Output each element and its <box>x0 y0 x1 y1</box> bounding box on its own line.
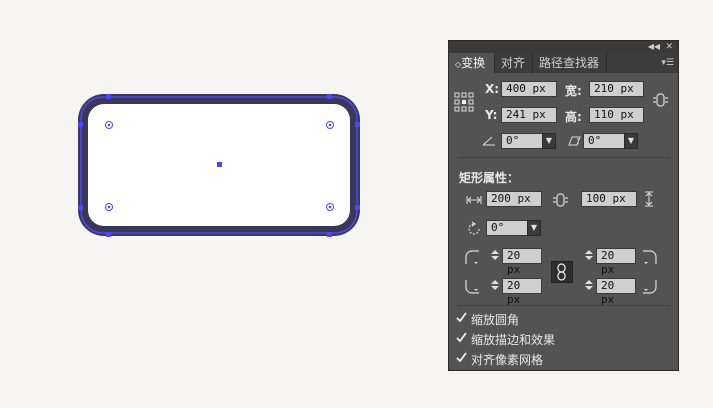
width-field[interactable]: 210 px <box>589 81 644 97</box>
height-label: 高: <box>565 110 582 124</box>
width-label: 宽: <box>565 84 582 98</box>
shear-colon: : <box>576 134 580 147</box>
corner-tl-field[interactable]: 20 px <box>502 248 542 276</box>
rotate-dropdown-chevron-icon[interactable]: ▼ <box>542 133 556 149</box>
rect-width-field[interactable]: 200 px <box>486 191 542 207</box>
center-point <box>217 162 222 167</box>
rect-width-icon <box>466 196 482 204</box>
divider <box>457 157 670 158</box>
rect-angle-field[interactable]: 0° <box>486 220 528 236</box>
divider <box>457 305 670 306</box>
rect-properties-title: 矩形属性： <box>459 171 520 185</box>
corner-br-field[interactable]: 20 px <box>596 278 636 306</box>
corner-bl-field[interactable]: 20 px <box>502 278 542 306</box>
anchor-point[interactable] <box>355 205 360 210</box>
artboard-canvas[interactable] <box>0 0 446 408</box>
tab-transform[interactable]: ◇变换 <box>449 53 495 73</box>
rotate-field[interactable]: 0° <box>501 133 543 149</box>
option-label: 对齐像素网格 <box>471 353 544 367</box>
rotate-angle-icon <box>482 136 495 146</box>
close-icon[interactable]: ✕ <box>665 41 673 53</box>
anchor-point[interactable] <box>78 122 83 127</box>
checkbox-scale-corners[interactable] <box>456 312 467 323</box>
checkbox-align-pixel-grid[interactable] <box>456 352 467 363</box>
corner-bl-stepper[interactable] <box>489 278 500 296</box>
reference-point-icon[interactable] <box>454 92 474 112</box>
panel-title-bar[interactable] <box>449 41 678 53</box>
corner-top-right-icon[interactable] <box>642 249 658 265</box>
tab-pathfinder[interactable]: 路径查找器 <box>533 53 607 73</box>
collapse-panel-icon[interactable]: ◀◀ <box>648 41 660 53</box>
anchor-point[interactable] <box>78 205 83 210</box>
shear-field[interactable]: 0° <box>583 133 625 149</box>
transform-panel: ◀◀ ✕ ◇变换 对齐 路径查找器 ▾☰ X: 400 px 宽: 210 px… <box>448 40 679 371</box>
x-field[interactable]: 400 px <box>501 81 557 97</box>
rect-height-field[interactable]: 100 px <box>581 191 637 207</box>
rect-rotate-icon <box>468 221 480 235</box>
anchor-point[interactable] <box>355 122 360 127</box>
y-label: Y: <box>485 108 498 122</box>
y-field[interactable]: 241 px <box>501 107 557 123</box>
corner-bottom-left-icon[interactable] <box>464 279 480 295</box>
corner-tr-stepper[interactable] <box>583 248 594 266</box>
shear-dropdown-chevron-icon[interactable]: ▼ <box>624 133 638 149</box>
anchor-point[interactable] <box>106 232 111 237</box>
tab-align[interactable]: 对齐 <box>495 53 533 73</box>
corner-top-left-icon[interactable] <box>464 249 480 265</box>
corner-bottom-right-icon[interactable] <box>642 279 658 295</box>
rect-height-icon <box>645 191 653 207</box>
anchor-point[interactable] <box>327 232 332 237</box>
corner-tr-field[interactable]: 20 px <box>596 248 636 276</box>
x-label: X: <box>485 82 500 96</box>
corner-br-stepper[interactable] <box>583 278 594 296</box>
chain-link-icon <box>557 263 566 281</box>
anchor-point[interactable] <box>327 94 332 99</box>
anchor-point[interactable] <box>106 94 111 99</box>
option-label: 缩放圆角 <box>471 313 520 327</box>
checkbox-scale-strokes-effects[interactable] <box>456 332 467 343</box>
constrain-proportions-link-icon[interactable] <box>652 92 670 108</box>
height-field[interactable]: 110 px <box>589 107 644 123</box>
rect-angle-dropdown-chevron-icon[interactable]: ▼ <box>527 220 541 236</box>
option-label: 缩放描边和效果 <box>471 333 556 347</box>
panel-tab-bar: ◇变换 对齐 路径查找器 <box>449 53 678 73</box>
rect-constrain-link-icon[interactable] <box>552 192 570 208</box>
rounded-rectangle-shape[interactable] <box>74 90 364 240</box>
panel-menu-icon[interactable]: ▾☰ <box>661 53 674 73</box>
tab-label: 变换 <box>461 56 486 70</box>
link-corner-radius-button[interactable] <box>551 261 573 283</box>
corner-tl-stepper[interactable] <box>489 248 500 266</box>
